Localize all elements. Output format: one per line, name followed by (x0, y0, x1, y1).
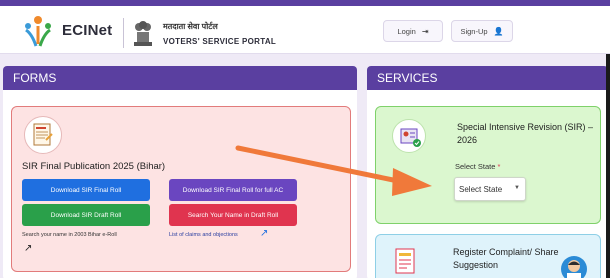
external-link-icon[interactable]: ↗ (24, 243, 32, 254)
claims-objections-link[interactable]: List of claims and objections (169, 232, 238, 238)
signup-label: Sign-Up (460, 26, 488, 36)
portal-title-hindi: मतदाता सेवा पोर्टल (163, 22, 218, 31)
national-emblem-icon (134, 21, 152, 46)
login-button[interactable]: Login ⇥ (383, 20, 443, 42)
id-card-check-icon (392, 119, 426, 153)
chevron-down-icon: ▼ (514, 185, 520, 191)
search-2003-eroll-link[interactable]: Search your name in 2003 Bihar e-Roll (22, 232, 117, 238)
site-header: ECINet मतदाता सेवा पोर्टल VOTERS' SERVIC… (0, 6, 610, 54)
sir-service-title: Special Intensive Revision (SIR) – 2026 (457, 122, 594, 145)
state-select-value: Select State (459, 184, 503, 194)
complaint-form-icon (395, 248, 415, 274)
forms-heading: FORMS (3, 66, 357, 90)
form-document-icon (24, 116, 62, 154)
search-name-draft-roll-button[interactable]: Search Your Name in Draft Roll (169, 204, 297, 226)
select-state-label-text: Select State (455, 162, 496, 171)
select-state-label: Select State * (455, 162, 500, 171)
required-mark: * (497, 162, 501, 171)
external-link-icon[interactable]: ↗ (260, 228, 268, 239)
sir-final-publication-title: SIR Final Publication 2025 (Bihar) (22, 161, 166, 172)
services-panel: SERVICES Special Intensive Revision (SIR… (367, 66, 608, 278)
logo-text: ECINet (62, 22, 113, 39)
download-sir-final-roll-button[interactable]: Download SIR Final Roll (22, 179, 150, 201)
services-heading: SERVICES (367, 66, 608, 90)
forms-panel: FORMS SIR Final Publication 2025 (Bihar)… (3, 66, 357, 278)
add-user-icon: 👤 (493, 26, 504, 36)
login-label: Login (397, 26, 416, 36)
login-icon: ⇥ (421, 26, 429, 36)
download-sir-draft-roll-button[interactable]: Download SIR Draft Roll (22, 204, 150, 226)
chat-assistant-avatar-icon[interactable] (561, 256, 587, 278)
header-divider (123, 18, 124, 48)
sir-final-publication-card: SIR Final Publication 2025 (Bihar) Downl… (11, 106, 351, 272)
portal-title-english: VOTERS' SERVICE PORTAL (163, 37, 277, 46)
sir-service-card: Special Intensive Revision (SIR) – 2026 … (375, 106, 601, 224)
eci-logo-icon[interactable] (22, 14, 54, 48)
signup-button[interactable]: Sign-Up 👤 (451, 20, 513, 42)
window-edge (606, 54, 610, 278)
download-sir-final-roll-full-ac-button[interactable]: Download SIR Final Roll for full AC (169, 179, 297, 201)
state-select-dropdown[interactable]: Select State ▼ (454, 177, 526, 201)
